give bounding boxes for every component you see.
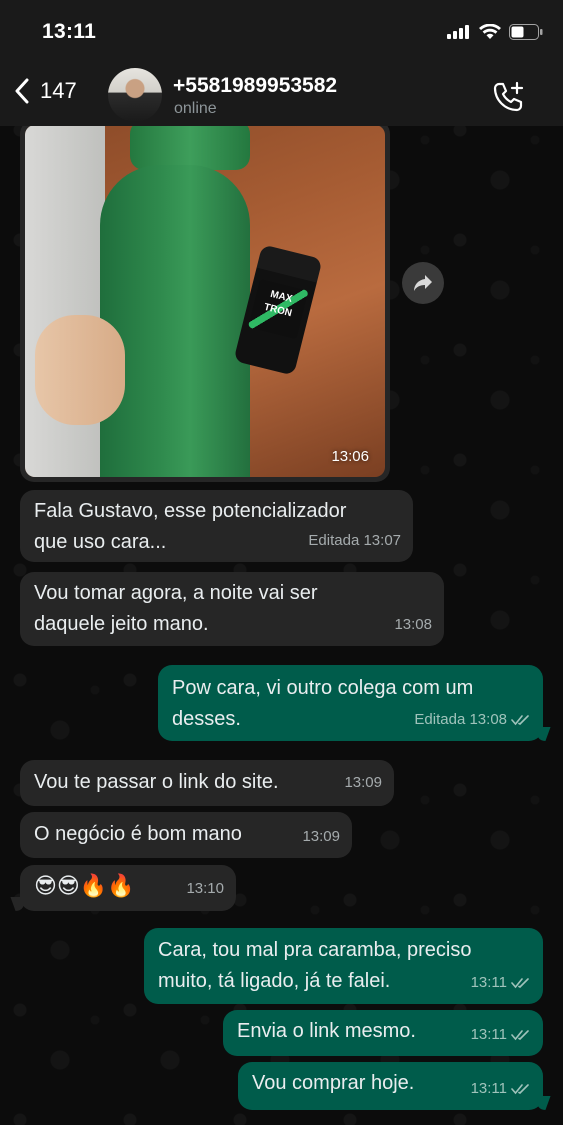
message-incoming[interactable]: Vou tomar agora, a noite vai ser daquele… [20, 572, 444, 646]
message-time: 13:11 [470, 1080, 507, 1097]
message-time: 13:10 [186, 880, 224, 897]
forward-icon [414, 275, 432, 291]
read-receipt-icon [511, 1083, 529, 1094]
message-incoming[interactable]: O negócio é bom mano 13:09 [20, 812, 352, 858]
message-time: 13:08 [394, 616, 432, 633]
message-time: Editada 13:08 [414, 711, 507, 728]
message-outgoing[interactable]: Cara, tou mal pra caramba, preciso muito… [144, 928, 543, 1004]
message-text: Vou tomar agora, a noite vai ser daquele… [34, 582, 318, 635]
read-receipt-icon [511, 977, 529, 988]
message-text: Vou te passar o link do site. [34, 771, 279, 793]
read-receipt-icon [511, 714, 529, 725]
wifi-icon [479, 24, 501, 39]
message-outgoing[interactable]: Envia o link mesmo. 13:11 [223, 1010, 543, 1056]
message-meta: 13:11 [471, 1073, 531, 1104]
message-time: 13:11 [470, 974, 507, 991]
message-time: Editada 13:07 [308, 532, 401, 549]
supplement-label: MAX TRON [247, 278, 309, 340]
message-incoming[interactable]: Fala Gustavo, esse potencializador que u… [20, 490, 413, 562]
add-call-button[interactable] [491, 80, 525, 119]
message-time: 13:09 [344, 774, 382, 791]
message-meta: 13:11 [471, 1019, 531, 1050]
message-outgoing[interactable]: Vou comprar hoje. 13:11 [238, 1062, 543, 1110]
message-meta: Editada 13:08 [414, 704, 531, 735]
message-meta: Editada 13:07 [308, 525, 401, 556]
chat-header: 13:11 147 +5581989953582 online [0, 0, 563, 126]
unread-count: 147 [40, 78, 77, 103]
back-chevron-icon [15, 78, 29, 104]
message-meta: 13:09 [302, 821, 340, 852]
message-time: 13:11 [470, 1026, 507, 1043]
message-photo[interactable]: MAX TRON 13:06 [25, 125, 385, 477]
message-meta: 13:11 [471, 967, 531, 998]
hand [35, 315, 125, 425]
message-incoming[interactable]: Vou te passar o link do site. 13:09 [20, 760, 394, 806]
message-time: 13:09 [302, 828, 340, 845]
green-bottle [100, 165, 250, 477]
contact-name[interactable]: +5581989953582 [173, 74, 337, 98]
status-bar: 13:11 [0, 0, 563, 62]
battery-icon [509, 24, 543, 40]
message-text: O negócio é bom mano [34, 823, 242, 845]
back-button[interactable]: 147 [14, 78, 77, 104]
message-outgoing[interactable]: Pow cara, vi outro colega com um desses.… [158, 665, 543, 741]
message-meta: 13:10 [186, 873, 224, 904]
message-incoming[interactable]: 😎😎🔥🔥 13:10 [20, 865, 236, 911]
signal-icon [447, 25, 469, 39]
message-meta: 13:08 [394, 609, 432, 640]
message-meta: 13:09 [344, 767, 382, 798]
add-call-icon [493, 81, 524, 112]
image-message[interactable]: MAX TRON 13:06 [20, 120, 390, 482]
read-receipt-icon [511, 1029, 529, 1040]
bottle-cap [130, 125, 250, 170]
forward-button[interactable] [402, 262, 444, 304]
status-time: 13:11 [42, 20, 97, 43]
avatar[interactable] [108, 68, 162, 122]
status-icons [447, 24, 543, 40]
image-time: 13:06 [331, 448, 369, 465]
contact-status: online [174, 100, 217, 117]
